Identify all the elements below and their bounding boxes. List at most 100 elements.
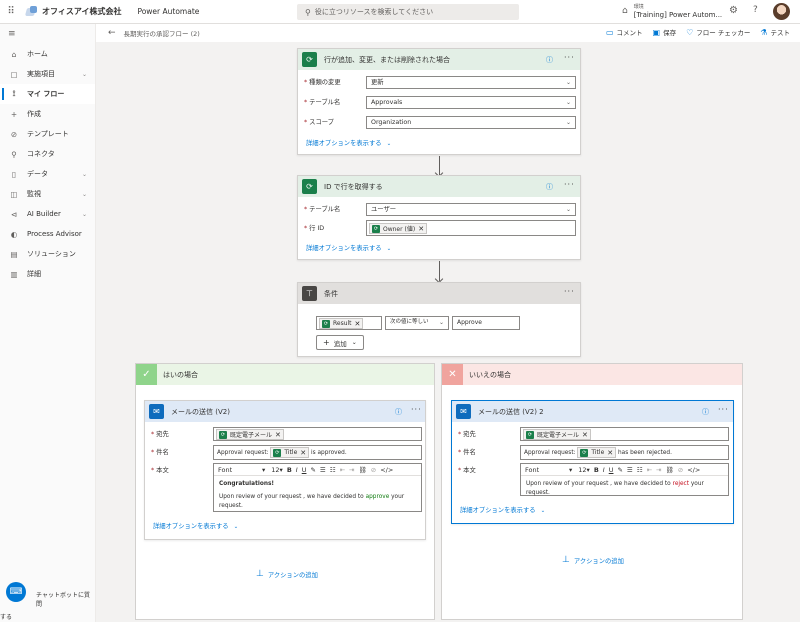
italic-icon[interactable]: I: [296, 466, 298, 474]
app-launcher-icon[interactable]: ⠿: [0, 6, 22, 17]
sidebar-item[interactable]: ▯ データ ⌄: [0, 164, 95, 184]
environment-picker[interactable]: ⌂ 環境 [Training] Power Autom...: [622, 3, 722, 19]
more-icon[interactable]: ···: [564, 180, 575, 189]
back-arrow-icon[interactable]: ←: [108, 28, 116, 38]
indent-icon[interactable]: ⇥: [656, 466, 661, 474]
chatbot-label[interactable]: チャットボットに質問: [36, 590, 95, 608]
sidebar-item[interactable]: ◫ 監視 ⌄: [0, 184, 95, 204]
advanced-options-link[interactable]: 詳細オプションを表示する ⌄: [153, 521, 238, 530]
bullet-list-icon[interactable]: ☰: [627, 466, 633, 474]
chatbot-icon[interactable]: ⌨: [6, 582, 26, 602]
title-token[interactable]: ⟳ Title ✕: [577, 447, 617, 459]
outdent-icon[interactable]: ⇤: [340, 466, 345, 474]
result-token[interactable]: ⟳ Result ✕: [319, 318, 364, 329]
code-view-icon[interactable]: </>: [687, 466, 700, 474]
flow-checker-button[interactable]: ♡ フロー チェッカー: [686, 27, 750, 38]
indent-icon[interactable]: ⇥: [349, 466, 354, 474]
sidebar-item[interactable]: + 作成: [0, 104, 95, 124]
sidebar-item[interactable]: ⟟ マイ フロー: [0, 84, 95, 104]
close-icon[interactable]: ✕: [300, 447, 306, 459]
row-id-input[interactable]: ⟳ Owner (値) ✕: [366, 220, 576, 236]
chevron-down-icon[interactable]: ⌄: [82, 71, 87, 78]
sidebar-item[interactable]: ⊲ AI Builder ⌄: [0, 204, 95, 224]
get-row-card-header[interactable]: ⟳ ID で行を取得する ⓘ ···: [298, 176, 580, 197]
table-name-select[interactable]: Approvals ⌄: [366, 96, 576, 109]
more-icon[interactable]: ···: [411, 405, 422, 414]
sidebar-item[interactable]: ⌂ ホーム: [0, 44, 95, 64]
body-editor[interactable]: Font ▾ 12 ▾ B I U ✎ ☰ ☷ ⇤ ⇥ ⛓ ⊘ </>: [213, 463, 422, 512]
get-row-table-select[interactable]: ユーザー ⌄: [366, 203, 576, 216]
advanced-options-link[interactable]: 詳細オプションを表示する ⌄: [306, 243, 391, 252]
font-dropdown-icon[interactable]: ▾: [262, 466, 265, 474]
no-branch-header[interactable]: ✕ いいえの場合: [442, 364, 742, 385]
title-token[interactable]: ⟳ Title ✕: [270, 447, 310, 459]
outdent-icon[interactable]: ⇤: [647, 466, 652, 474]
body-editor[interactable]: Font ▾ 12 ▾ B I U ✎ ☰ ☷ ⇤ ⇥ ⛓ ⊘ </>: [520, 463, 729, 496]
close-icon[interactable]: ✕: [582, 431, 588, 439]
avatar[interactable]: [773, 3, 790, 20]
more-icon[interactable]: ···: [564, 287, 575, 296]
condition-card-header[interactable]: ⊤ 条件 ···: [298, 283, 580, 304]
send-email-2-card-header[interactable]: ✉ メールの送信 (V2) 2 ⓘ ···: [452, 401, 733, 422]
close-icon[interactable]: ✕: [418, 225, 424, 233]
close-icon[interactable]: ✕: [275, 431, 281, 439]
more-icon[interactable]: ···: [718, 405, 729, 414]
test-button[interactable]: ⚗ テスト: [760, 27, 790, 38]
highlight-icon[interactable]: ✎: [617, 466, 622, 474]
add-action-button[interactable]: ⊥ アクションの追加: [256, 569, 318, 579]
help-icon[interactable]: ?: [753, 5, 758, 15]
link-icon[interactable]: ⛓: [665, 466, 673, 474]
sidebar-item[interactable]: ◐ Process Advisor: [0, 224, 95, 244]
code-view-icon[interactable]: </>: [380, 466, 393, 474]
help-circle-icon[interactable]: ⓘ: [702, 407, 709, 417]
bullet-list-icon[interactable]: ☰: [320, 466, 326, 474]
default-email-token[interactable]: ⟳ 既定電子メール ✕: [216, 429, 284, 440]
subject-input[interactable]: Approval request: ⟳ Title ✕ has been rejec…: [520, 445, 729, 460]
font-size-select[interactable]: 12: [578, 466, 586, 474]
to-input[interactable]: ⟳ 既定電子メール ✕: [213, 427, 422, 441]
link-icon[interactable]: ⛓: [358, 466, 366, 474]
advanced-options-link[interactable]: 詳細オプションを表示する ⌄: [306, 138, 391, 147]
help-circle-icon[interactable]: ⓘ: [395, 407, 402, 417]
trigger-card[interactable]: ⟳ 行が追加、変更、または削除された場合 ⓘ ··· * 種類の変更 更新 ⌄ * テ…: [297, 48, 581, 155]
send-email-card-header[interactable]: ✉ メールの送信 (V2) ⓘ ···: [145, 401, 425, 422]
highlight-icon[interactable]: ✎: [310, 466, 315, 474]
close-icon[interactable]: ✕: [607, 447, 613, 459]
chevron-down-icon[interactable]: ⌄: [82, 191, 87, 198]
more-icon[interactable]: ···: [564, 53, 575, 62]
scope-select[interactable]: Organization ⌄: [366, 116, 576, 129]
trigger-card-header[interactable]: ⟳ 行が追加、変更、または削除された場合 ⓘ ···: [298, 49, 580, 70]
underline-icon[interactable]: U: [609, 466, 614, 474]
sidebar-item[interactable]: ⚲ コネクタ: [0, 144, 95, 164]
italic-icon[interactable]: I: [603, 466, 605, 474]
app-name[interactable]: Power Automate: [137, 7, 199, 16]
gear-icon[interactable]: ⚙: [729, 5, 738, 16]
size-dropdown-icon[interactable]: ▾: [280, 466, 283, 474]
size-dropdown-icon[interactable]: ▾: [587, 466, 590, 474]
font-dropdown-icon[interactable]: ▾: [569, 466, 572, 474]
add-action-button[interactable]: ⊥ アクションの追加: [562, 555, 624, 565]
condition-left-input[interactable]: ⟳ Result ✕: [316, 316, 382, 330]
owner-token[interactable]: ⟳ Owner (値) ✕: [369, 223, 428, 234]
get-row-card[interactable]: ⟳ ID で行を取得する ⓘ ··· * テーブル名 ユーザー ⌄ * 行 ID ⟳ O…: [297, 175, 581, 260]
send-email-card[interactable]: ✉ メールの送信 (V2) ⓘ ··· * 宛先 ⟳ 既定電子メール ✕ * 件名 Ap…: [144, 400, 426, 540]
bold-icon[interactable]: B: [287, 466, 292, 474]
send-email-2-card[interactable]: ✉ メールの送信 (V2) 2 ⓘ ··· * 宛先 ⟳ 既定電子メール ✕ * 件名 …: [451, 400, 734, 524]
unlink-icon[interactable]: ⊘: [678, 466, 683, 474]
default-email-token[interactable]: ⟳ 既定電子メール ✕: [523, 429, 591, 440]
condition-operator-select[interactable]: 次の値に等しい ⌄: [385, 316, 449, 330]
subject-input[interactable]: Approval request: ⟳ Title ✕ is approved.: [213, 445, 422, 460]
help-circle-icon[interactable]: ⓘ: [546, 182, 553, 192]
font-select[interactable]: Font: [525, 466, 569, 474]
close-icon[interactable]: ✕: [355, 320, 361, 328]
hamburger-icon[interactable]: ≡: [0, 24, 95, 44]
sidebar-item[interactable]: ⊘ テンプレート: [0, 124, 95, 144]
condition-card[interactable]: ⊤ 条件 ··· ⟳ Result ✕ 次の値に等しい ⌄ Approve + 追加 ⌄: [297, 282, 581, 357]
font-select[interactable]: Font: [218, 466, 262, 474]
unlink-icon[interactable]: ⊘: [371, 466, 376, 474]
to-input[interactable]: ⟳ 既定電子メール ✕: [520, 427, 729, 441]
numbered-list-icon[interactable]: ☷: [330, 466, 336, 474]
save-button[interactable]: ▣ 保存: [653, 27, 677, 38]
comment-button[interactable]: ▭ コメント: [606, 27, 643, 38]
help-circle-icon[interactable]: ⓘ: [546, 55, 553, 65]
